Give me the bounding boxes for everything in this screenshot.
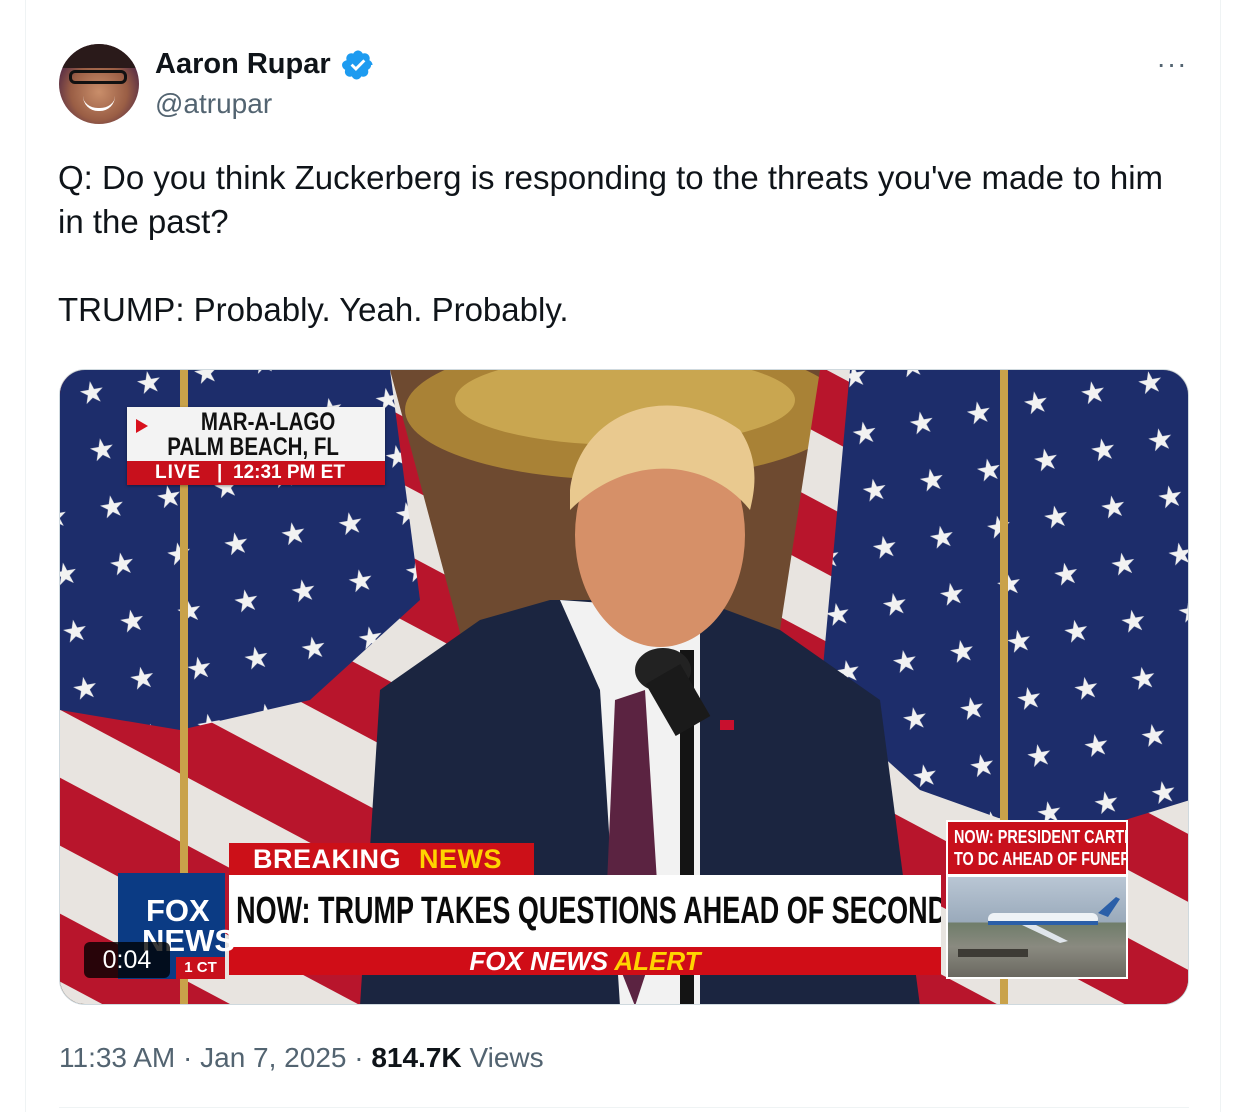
verified-badge-icon (342, 50, 373, 80)
location-line-1: MAR-A-LAGO (200, 408, 336, 436)
tweet-time[interactable]: 11:33 AM (59, 1042, 175, 1073)
meta-dot-2: · (354, 1042, 364, 1073)
avatar-smile (83, 96, 115, 111)
views-label: Views (469, 1042, 544, 1073)
bottom-divider (59, 1107, 1189, 1108)
views-count[interactable]: 814.7K (371, 1042, 461, 1073)
breaking-word: BREAKING (253, 844, 402, 874)
meta-dot-1: · (183, 1042, 193, 1073)
news-headline-text: NOW: TRUMP TAKES QUESTIONS AHEAD OF SECO… (236, 890, 941, 932)
side-news-banner: NOW: PRESIDENT CARTER TO DC AHEAD OF FUN… (946, 820, 1128, 876)
more-options-icon[interactable]: ··· (1152, 50, 1192, 78)
tweet-date[interactable]: Jan 7, 2025 (200, 1042, 346, 1073)
avatar-hair (59, 44, 139, 68)
author-handle[interactable]: @atrupar (155, 87, 272, 121)
tweet-meta: 11:33 AM · Jan 7, 2025 · 814.7K Views (59, 1040, 544, 1076)
news-word: NEWS (419, 844, 502, 874)
live-separator: | (217, 462, 223, 483)
fox-news-alert-bar: FOX NEWS ALERT (229, 947, 941, 975)
live-time-bar: LIVE | 12:31 PM ET (127, 461, 385, 485)
news-headline: NOW: TRUMP TAKES QUESTIONS AHEAD OF SECO… (229, 875, 941, 947)
side-news-line-2: TO DC AHEAD OF FUNERAL (954, 849, 1126, 869)
video-timer: 0:04 (84, 942, 170, 978)
live-label: LIVE (155, 462, 202, 483)
author-name[interactable]: Aaron Rupar (155, 46, 331, 82)
location-lower-third: MAR-A-LAGO PALM BEACH, FL LIVE | 12:31 P… (127, 407, 385, 485)
alert-brand: FOX NEWS (469, 946, 609, 976)
alert-word: ALERT (614, 946, 701, 976)
breaking-news-banner: BREAKING NEWS (229, 843, 534, 875)
location-line-2: PALM BEACH, FL (167, 433, 339, 461)
side-news-line-1: NOW: PRESIDENT CARTER (954, 827, 1128, 847)
avatar-glasses (69, 70, 127, 84)
tweet-text: Q: Do you think Zuckerberg is responding… (58, 156, 1188, 332)
tweet-text-question: Q: Do you think Zuckerberg is responding… (58, 159, 1164, 240)
author-avatar[interactable] (59, 44, 139, 124)
side-news-image (946, 875, 1128, 979)
tweet-text-answer: TRUMP: Probably. Yeah. Probably. (58, 291, 569, 328)
logo-time-badge: 1 CT (176, 957, 225, 979)
airplane-image (958, 897, 1120, 957)
video-player[interactable]: ★ MAR-A-LAGO PALM BEACH, FL LIVE | 12:31… (59, 369, 1189, 1005)
play-triangle-icon (136, 419, 148, 433)
broadcast-time: 12:31 PM ET (233, 462, 345, 483)
